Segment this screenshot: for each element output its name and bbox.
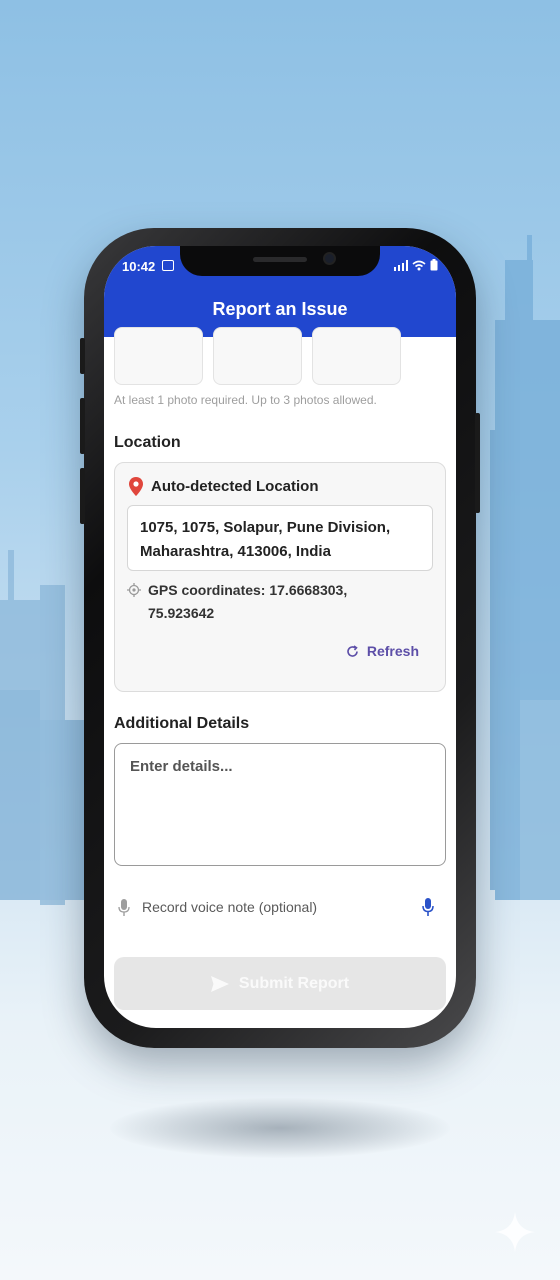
details-input[interactable] <box>115 744 445 865</box>
earpiece-speaker <box>253 257 307 262</box>
page-title: Report an Issue <box>212 299 348 319</box>
refresh-location-button[interactable]: Refresh <box>346 643 419 659</box>
refresh-label: Refresh <box>366 643 419 659</box>
photo-hint: At least 1 photo required. Up to 3 photo… <box>114 393 377 407</box>
status-time: 10:42 <box>122 259 156 274</box>
phone-screen: 10:42 Report an Issue At least 1 photo r… <box>104 246 456 1028</box>
wifi-icon <box>412 260 426 270</box>
gps-coordinates: GPS coordinates: 17.6668303, 75.923642 <box>148 582 348 621</box>
battery-icon <box>430 259 438 271</box>
details-section-title: Additional Details <box>114 715 250 732</box>
refresh-icon <box>347 644 358 657</box>
map-pin-icon <box>129 477 143 496</box>
report-form: At least 1 photo required. Up to 3 photo… <box>104 327 456 1028</box>
front-camera <box>323 252 336 265</box>
signal-icon <box>394 259 408 271</box>
notification-icon <box>162 260 174 271</box>
submit-label: Submit Report <box>238 974 350 992</box>
sparkle-icon <box>495 1212 535 1252</box>
gps-target-icon <box>127 583 141 597</box>
voice-note-label: Record voice note (optional) <box>142 899 318 915</box>
record-voice-button[interactable] <box>416 895 440 919</box>
location-card-title: Auto-detected Location <box>151 478 319 495</box>
gps-row: GPS coordinates: 17.6668303, 75.923642 <box>127 579 388 625</box>
address-field: 1075, 1075, Solapur, Pune Division, Maha… <box>127 505 433 571</box>
microphone-icon <box>118 898 130 916</box>
status-icons <box>394 259 438 271</box>
location-card-header: Auto-detected Location <box>129 477 319 496</box>
microphone-icon <box>422 898 434 916</box>
send-icon <box>210 975 229 992</box>
phone-shadow <box>110 1098 450 1158</box>
photo-slot-2[interactable] <box>213 327 302 385</box>
location-card: Auto-detected Location 1075, 1075, Solap… <box>114 462 446 692</box>
photo-slot-1[interactable] <box>114 327 203 385</box>
details-box <box>114 743 446 866</box>
photo-slot-3[interactable] <box>312 327 401 385</box>
location-section-title: Location <box>114 434 181 451</box>
voice-note-row: Record voice note (optional) <box>118 895 440 919</box>
submit-report-button[interactable]: Submit Report <box>114 957 446 1010</box>
